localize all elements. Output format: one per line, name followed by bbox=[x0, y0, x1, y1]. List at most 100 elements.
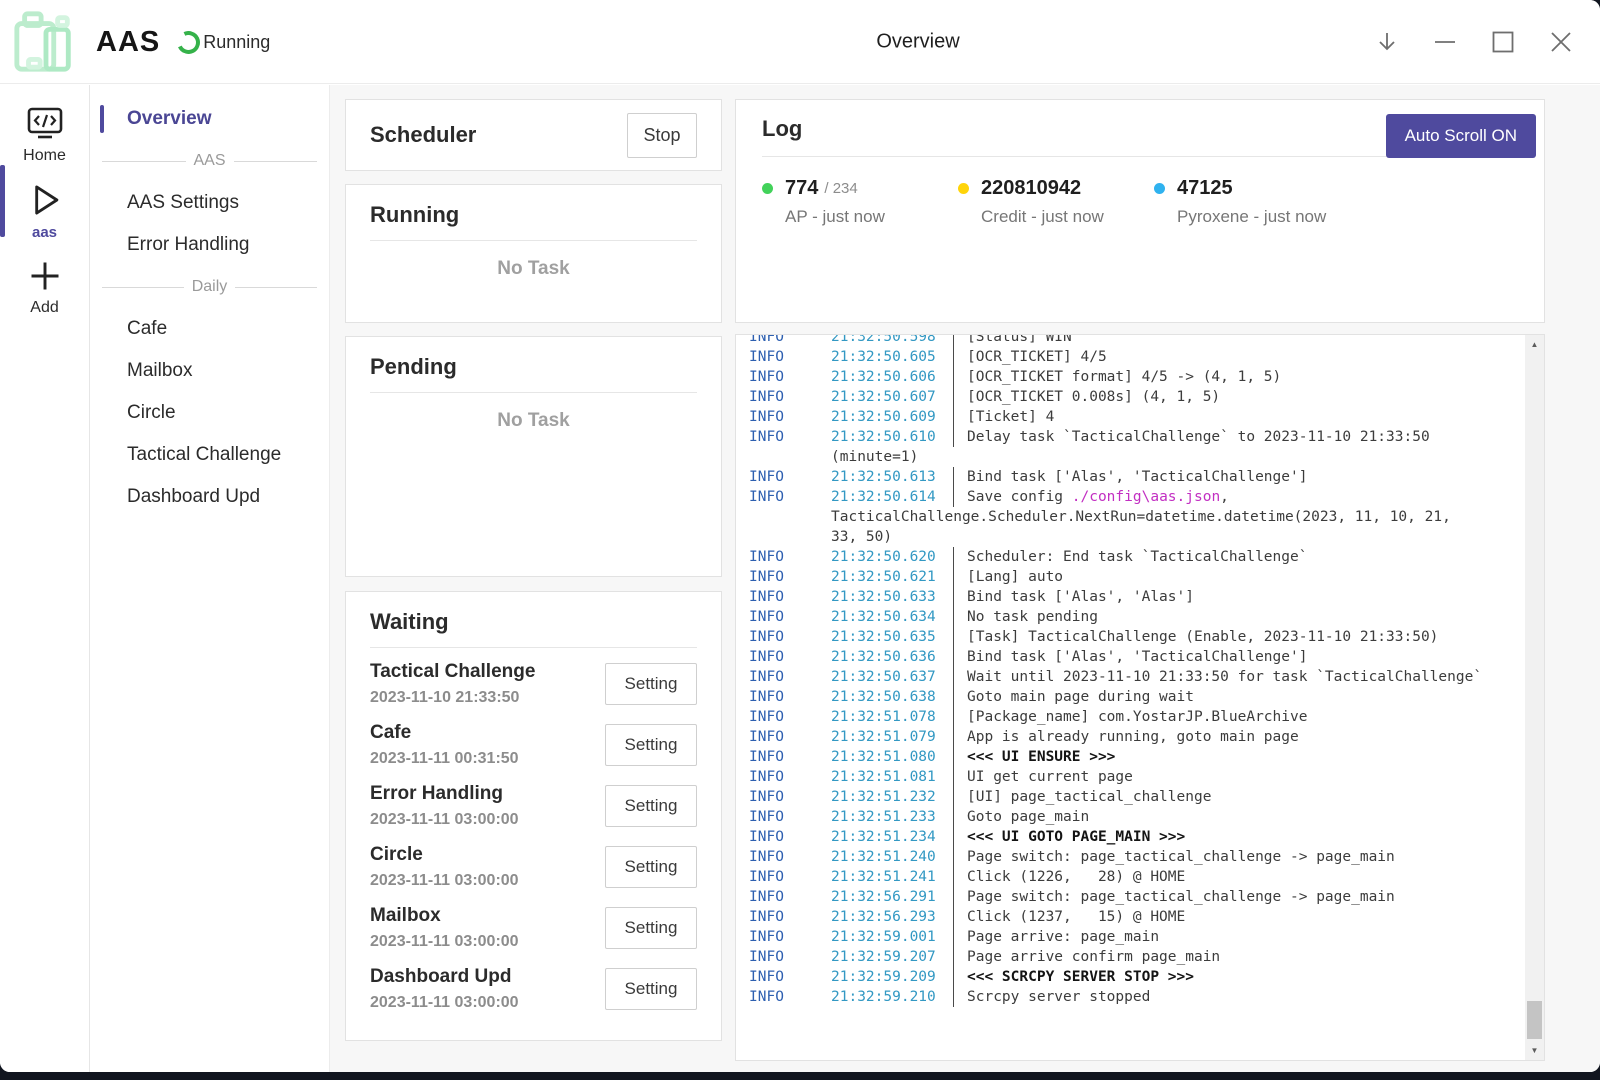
scrollbar-thumb[interactable] bbox=[1527, 1001, 1542, 1039]
log-time: 21:32:59.210 bbox=[831, 987, 953, 1007]
nav-item-overview[interactable]: Overview bbox=[90, 98, 329, 140]
log-line: INFO21:32:50.610Delay task `TacticalChal… bbox=[749, 427, 1544, 447]
log-message: [Task] TacticalChallenge (Enable, 2023-1… bbox=[953, 627, 1438, 647]
log-line: 33, 50) bbox=[749, 527, 1544, 547]
nav-item-error-handling[interactable]: Error Handling bbox=[90, 224, 329, 266]
log-level: INFO bbox=[749, 647, 831, 667]
task-setting-button[interactable]: Setting bbox=[605, 724, 697, 766]
minimize-button[interactable] bbox=[1432, 29, 1458, 55]
icon-rail: Home aas Add bbox=[0, 85, 90, 1072]
task-setting-button[interactable]: Setting bbox=[605, 968, 697, 1010]
stat-value: 220810942 bbox=[981, 177, 1081, 200]
nav-item-aas-settings[interactable]: AAS Settings bbox=[90, 182, 329, 224]
stat-value-row: 220810942 bbox=[958, 177, 1154, 200]
task-setting-button[interactable]: Setting bbox=[605, 663, 697, 705]
nav-item-dashboard-upd[interactable]: Dashboard Upd bbox=[90, 476, 329, 518]
app-name: AAS bbox=[96, 26, 160, 59]
stat-label: Credit - just now bbox=[958, 207, 1154, 227]
log-scrollbar[interactable]: ▲ ▼ bbox=[1525, 335, 1544, 1060]
maximize-button[interactable] bbox=[1490, 29, 1516, 55]
log-line: INFO21:32:51.080<<< UI ENSURE >>> bbox=[749, 747, 1544, 767]
task-setting-button[interactable]: Setting bbox=[605, 907, 697, 949]
log-time: 21:32:50.605 bbox=[831, 347, 953, 367]
log-level: INFO bbox=[749, 787, 831, 807]
log-time: 21:32:50.614 bbox=[831, 487, 953, 507]
log-time: 21:32:50.609 bbox=[831, 407, 953, 427]
log-time: 21:32:50.633 bbox=[831, 587, 953, 607]
log-time: 21:32:51.233 bbox=[831, 807, 953, 827]
waiting-task-row: Error Handling2023-11-11 03:00:00Setting bbox=[370, 775, 697, 836]
resource-stats: 774/ 234AP - just now220810942Credit - j… bbox=[736, 157, 1544, 227]
log-message: Page switch: page_tactical_challenge -> … bbox=[953, 847, 1395, 867]
task-next-run: 2023-11-11 03:00:00 bbox=[370, 994, 519, 1012]
play-icon bbox=[26, 181, 64, 219]
resource-stat: 47125Pyroxene - just now bbox=[1154, 177, 1350, 227]
auto-scroll-toggle-button[interactable]: Auto Scroll ON bbox=[1386, 114, 1536, 158]
rail-item-add[interactable]: Add bbox=[0, 249, 89, 325]
pending-title: Pending bbox=[370, 354, 697, 380]
log-message: Page switch: page_tactical_challenge -> … bbox=[953, 887, 1395, 907]
log-line: TacticalChallenge.Scheduler.NextRun=date… bbox=[749, 507, 1544, 527]
maximize-icon bbox=[1491, 30, 1515, 54]
stat-dot-icon bbox=[762, 183, 773, 194]
stat-suffix: / 234 bbox=[824, 180, 857, 197]
log-time: 21:32:50.637 bbox=[831, 667, 953, 687]
log-line: INFO21:32:59.209<<< SCRCPY SERVER STOP >… bbox=[749, 967, 1544, 987]
close-button[interactable] bbox=[1548, 29, 1574, 55]
nav-item-circle[interactable]: Circle bbox=[90, 392, 329, 434]
stat-label: AP - just now bbox=[762, 207, 958, 227]
nav-item-cafe[interactable]: Cafe bbox=[90, 308, 329, 350]
log-line: INFO21:32:50.613Bind task ['Alas', 'Tact… bbox=[749, 467, 1544, 487]
scrollbar-up-arrow-icon[interactable]: ▲ bbox=[1525, 335, 1544, 354]
log-time: 21:32:50.634 bbox=[831, 607, 953, 627]
log-time: 21:32:51.240 bbox=[831, 847, 953, 867]
log-message: <<< UI ENSURE >>> bbox=[953, 747, 1115, 767]
rail-item-aas[interactable]: aas bbox=[0, 173, 89, 249]
stat-dot-icon bbox=[958, 183, 969, 194]
task-setting-button[interactable]: Setting bbox=[605, 785, 697, 827]
log-message: [Lang] auto bbox=[953, 567, 1063, 587]
log-level: INFO bbox=[749, 487, 831, 507]
pending-empty-text: No Task bbox=[370, 410, 697, 432]
task-info: Circle2023-11-11 03:00:00 bbox=[370, 844, 519, 890]
rail-item-label: Home bbox=[23, 147, 66, 165]
log-line: INFO21:32:51.078[Package_name] com.Yosta… bbox=[749, 707, 1544, 727]
divider-line bbox=[102, 287, 184, 288]
nav-item-tactical-challenge[interactable]: Tactical Challenge bbox=[90, 434, 329, 476]
task-name: Tactical Challenge bbox=[370, 661, 535, 683]
log-line: INFO21:32:50.636Bind task ['Alas', 'Tact… bbox=[749, 647, 1544, 667]
log-message: Scrcpy server stopped bbox=[953, 987, 1150, 1007]
log-message: Bind task ['Alas', 'TacticalChallenge'] bbox=[953, 647, 1307, 667]
log-console[interactable]: INFO21:32:50.598[Status] WININFO21:32:50… bbox=[735, 334, 1545, 1061]
log-level: INFO bbox=[749, 727, 831, 747]
log-time: 21:32:51.078 bbox=[831, 707, 953, 727]
task-info: Dashboard Upd 2023-11-11 03:00:00 bbox=[370, 966, 519, 1012]
hide-window-button[interactable] bbox=[1374, 29, 1400, 55]
rail-item-home[interactable]: Home bbox=[0, 97, 89, 173]
log-line: INFO21:32:59.207Page arrive confirm page… bbox=[749, 947, 1544, 967]
log-time: 21:32:50.607 bbox=[831, 387, 953, 407]
scrollbar-down-arrow-icon[interactable]: ▼ bbox=[1525, 1041, 1544, 1060]
log-line: INFO21:32:51.232[UI] page_tactical_chall… bbox=[749, 787, 1544, 807]
nav-section-label: AAS bbox=[194, 152, 226, 170]
waiting-task-row: Dashboard Upd 2023-11-11 03:00:00 Setting bbox=[370, 958, 697, 1019]
log-level: INFO bbox=[749, 867, 831, 887]
scheduler-status-text: Running bbox=[203, 32, 270, 53]
task-setting-button[interactable]: Setting bbox=[605, 846, 697, 888]
task-name: Error Handling bbox=[370, 783, 519, 805]
log-line: INFO21:32:59.001Page arrive: page_main bbox=[749, 927, 1544, 947]
divider-line bbox=[102, 161, 186, 162]
nav-item-mailbox[interactable]: Mailbox bbox=[90, 350, 329, 392]
log-level: INFO bbox=[749, 567, 831, 587]
task-name: Dashboard Upd bbox=[370, 966, 519, 988]
log-time: 21:32:56.293 bbox=[831, 907, 953, 927]
log-message: TacticalChallenge.Scheduler.NextRun=date… bbox=[831, 507, 1451, 527]
log-level: INFO bbox=[749, 707, 831, 727]
log-line: INFO21:32:50.621[Lang] auto bbox=[749, 567, 1544, 587]
stop-button[interactable]: Stop bbox=[627, 113, 697, 158]
log-line: INFO21:32:50.638Goto main page during wa… bbox=[749, 687, 1544, 707]
log-message: <<< UI GOTO PAGE_MAIN >>> bbox=[953, 827, 1185, 847]
log-time: 21:32:50.598 bbox=[831, 334, 953, 347]
task-next-run: 2023-11-11 03:00:00 bbox=[370, 933, 519, 951]
scheduler-card: Scheduler Stop bbox=[345, 99, 722, 171]
